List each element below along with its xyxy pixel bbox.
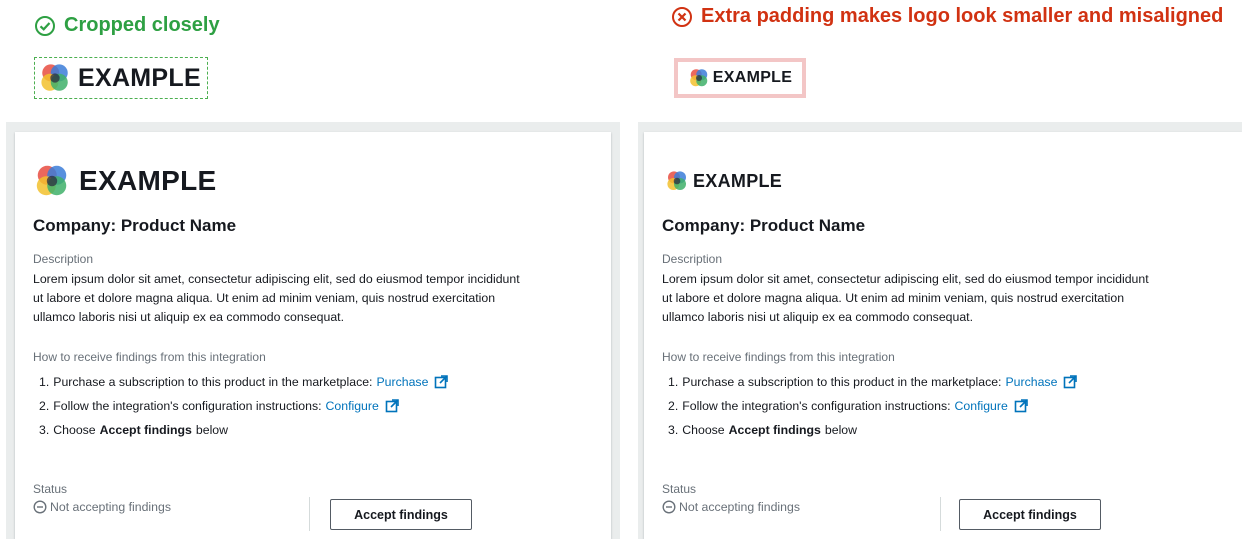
bad-verdict: Extra padding makes logo look smaller an… bbox=[671, 5, 1223, 28]
good-card-frame: EXAMPLE Company: Product Name Descriptio… bbox=[6, 122, 620, 539]
status-value: Not accepting findings bbox=[662, 500, 800, 514]
logo-mark-icon bbox=[33, 162, 71, 200]
accept-findings-button[interactable]: Accept findings bbox=[330, 499, 472, 530]
check-circle-icon bbox=[34, 15, 56, 37]
bad-verdict-text: Extra padding makes logo look smaller an… bbox=[701, 5, 1224, 27]
list-item: 2. Follow the integration's configuratio… bbox=[33, 394, 593, 418]
external-link-icon bbox=[1014, 399, 1028, 413]
list-item: 3. Choose Accept findings below bbox=[668, 423, 858, 437]
divider bbox=[309, 497, 310, 531]
product-title: Company: Product Name bbox=[33, 216, 237, 235]
list-item: 1. Purchase a subscription to this produ… bbox=[33, 370, 593, 394]
list-item: 1. Purchase a subscription to this produ… bbox=[662, 370, 1224, 394]
status-value: Not accepting findings bbox=[33, 500, 171, 514]
configure-link[interactable]: Configure bbox=[955, 396, 1028, 416]
logo-mark-icon bbox=[665, 169, 689, 193]
status-label: Status bbox=[662, 482, 697, 496]
minus-circle-icon bbox=[33, 500, 47, 514]
product-title: Company: Product Name bbox=[662, 216, 866, 235]
integration-card: EXAMPLE Company: Product Name Descriptio… bbox=[644, 132, 1242, 539]
x-circle-icon bbox=[671, 6, 693, 28]
how-to-label: How to receive findings from this integr… bbox=[662, 350, 895, 364]
purchase-link[interactable]: Purchase bbox=[376, 372, 448, 392]
good-logo-sample: EXAMPLE bbox=[34, 57, 208, 99]
steps-list: 1. Purchase a subscription to this produ… bbox=[33, 370, 593, 442]
logo-wordmark: EXAMPLE bbox=[712, 69, 793, 86]
integration-card: EXAMPLE Company: Product Name Descriptio… bbox=[15, 132, 611, 539]
logo-wordmark: EXAMPLE bbox=[79, 165, 217, 196]
bad-card-frame: EXAMPLE Company: Product Name Descriptio… bbox=[638, 122, 1242, 539]
logo-wordmark: EXAMPLE bbox=[693, 170, 783, 191]
good-verdict-text: Cropped closely bbox=[64, 14, 220, 36]
external-link-icon bbox=[385, 399, 399, 413]
how-to-label: How to receive findings from this integr… bbox=[33, 350, 266, 364]
status-section: Status Not accepting findings Accept fin… bbox=[662, 482, 1224, 532]
description-label: Description bbox=[33, 252, 94, 266]
status-label: Status bbox=[33, 482, 68, 496]
good-verdict: Cropped closely bbox=[34, 14, 220, 37]
description-text: Lorem ipsum dolor sit amet, consectetur … bbox=[33, 272, 520, 324]
accept-findings-button[interactable]: Accept findings bbox=[959, 499, 1101, 530]
external-link-icon bbox=[434, 375, 448, 389]
card-logo: EXAMPLE bbox=[33, 132, 593, 202]
external-link-icon bbox=[1063, 375, 1077, 389]
card-logo: EXAMPLE bbox=[662, 132, 1224, 202]
list-item: 2. Follow the integration's configuratio… bbox=[662, 394, 1224, 418]
logo-mark-icon bbox=[38, 61, 72, 95]
status-section: Status Not accepting findings Accept fin… bbox=[33, 482, 593, 532]
bad-logo-sample: EXAMPLE bbox=[674, 58, 806, 98]
purchase-link[interactable]: Purchase bbox=[1005, 372, 1077, 392]
description-label: Description bbox=[662, 252, 723, 266]
description-text: Lorem ipsum dolor sit amet, consectetur … bbox=[662, 272, 1149, 324]
configure-link[interactable]: Configure bbox=[326, 396, 399, 416]
minus-circle-icon bbox=[662, 500, 676, 514]
logo-wordmark: EXAMPLE bbox=[78, 63, 201, 92]
divider bbox=[940, 497, 941, 531]
steps-list: 1. Purchase a subscription to this produ… bbox=[662, 370, 1224, 442]
logo-mark-icon bbox=[688, 67, 710, 89]
list-item: 3. Choose Accept findings below bbox=[39, 423, 229, 437]
